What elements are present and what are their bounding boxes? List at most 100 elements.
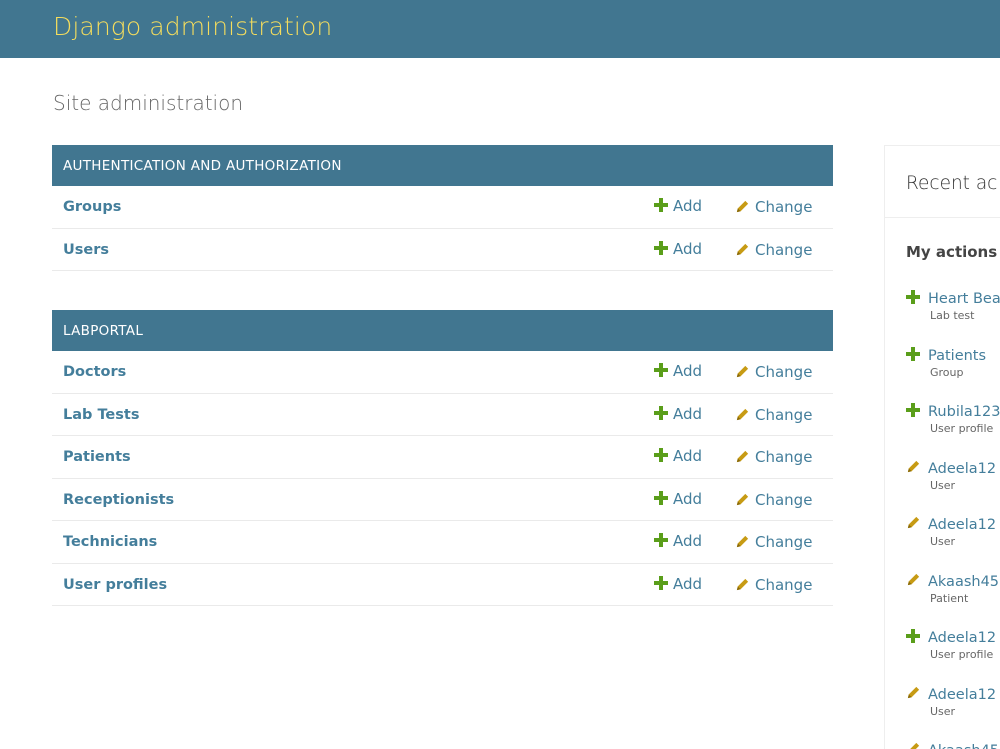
pencil-icon — [906, 515, 920, 529]
plus-icon — [654, 405, 668, 420]
recent-action-item: Akaash45 — [906, 740, 1000, 749]
change-link[interactable]: Change — [735, 240, 812, 259]
site-name[interactable]: Django administration — [53, 12, 332, 41]
add-label: Add — [673, 239, 703, 258]
add-label: Add — [673, 489, 703, 508]
pencil-icon — [735, 199, 750, 214]
pencil-icon — [735, 534, 750, 549]
change-label: Change — [755, 575, 813, 594]
recent-action-item: Rubila123 User profile — [906, 401, 1000, 435]
recent-action-type: User profile — [930, 648, 994, 661]
model-link[interactable]: Patients — [63, 449, 131, 465]
app-module: LABPORTAL Doctors Add Change Lab Tests Add Cha… — [52, 310, 833, 606]
pencil-icon — [906, 685, 920, 699]
app-caption[interactable]: LABPORTAL — [52, 310, 833, 351]
change-label: Change — [755, 533, 813, 551]
change-link[interactable]: Change — [735, 405, 812, 424]
pencil-icon — [906, 741, 920, 749]
add-link[interactable]: Add — [654, 490, 702, 508]
recent-action-type: Group — [930, 365, 964, 379]
recent-action-link[interactable]: Patients — [928, 348, 986, 364]
model-row: Technicians Add Change — [52, 521, 833, 564]
recent-action-item: Adeela12 User — [906, 684, 1000, 718]
plus-icon — [654, 575, 668, 590]
recent-action-type: User — [930, 478, 956, 492]
pencil-icon — [735, 492, 750, 507]
pencil-icon — [906, 459, 920, 473]
recent-action-link[interactable]: Rubila123 — [928, 404, 1000, 420]
pencil-icon — [735, 449, 750, 464]
add-link[interactable]: Add — [654, 362, 702, 380]
recent-action-item: Adeela12 User profile — [906, 627, 1000, 661]
recent-action-type: User — [930, 535, 956, 548]
divider — [885, 217, 1000, 218]
change-link[interactable]: Change — [735, 362, 812, 381]
pencil-icon — [735, 242, 750, 257]
change-link[interactable]: Change — [735, 197, 812, 216]
app-caption[interactable]: AUTHENTICATION AND AUTHORIZATION — [52, 145, 833, 186]
model-link[interactable]: Groups — [63, 199, 121, 215]
plus-icon — [906, 346, 920, 361]
app-module: AUTHENTICATION AND AUTHORIZATION Groups Ad… — [52, 145, 833, 271]
recent-action-item: Patients Group — [906, 345, 1000, 379]
add-label: Add — [673, 447, 703, 465]
change-link[interactable]: Change — [735, 532, 812, 551]
model-link[interactable]: Doctors — [63, 364, 126, 380]
recent-action-link[interactable]: Adeela12 — [928, 517, 996, 533]
page-title: Site administration — [53, 91, 244, 115]
plus-icon — [654, 448, 668, 462]
recent-action-link[interactable]: Akaash45 — [928, 574, 999, 590]
recent-action-link[interactable]: Adeela12 — [928, 687, 996, 703]
plus-icon — [654, 240, 668, 255]
model-row: Receptionists Add Change — [52, 479, 833, 521]
recent-action-item: Akaash45 Patient — [906, 571, 1000, 605]
model-link[interactable]: Receptionists — [63, 492, 174, 508]
my-actions-title: My actions — [906, 243, 998, 261]
model-row: Lab Tests Add Change — [52, 394, 833, 436]
recent-action-item: Adeela12 User — [906, 458, 1000, 492]
change-link[interactable]: Change — [735, 575, 812, 594]
change-label: Change — [755, 448, 813, 466]
model-row: Users Add Change — [52, 229, 833, 271]
pencil-icon — [735, 407, 750, 422]
model-link[interactable]: User profiles — [63, 577, 167, 593]
plus-icon — [654, 198, 668, 212]
recent-action-link[interactable]: Heart Bea — [928, 291, 1000, 307]
add-label: Add — [673, 197, 703, 215]
plus-icon — [654, 490, 668, 505]
add-link[interactable]: Add — [654, 575, 702, 593]
change-label: Change — [755, 405, 813, 424]
model-link[interactable]: Users — [63, 242, 109, 258]
add-link[interactable]: Add — [654, 240, 702, 258]
add-label: Add — [673, 574, 703, 593]
pencil-icon — [735, 577, 750, 592]
change-link[interactable]: Change — [735, 490, 812, 509]
plus-icon — [906, 629, 920, 643]
recent-action-link[interactable]: Adeela12 — [928, 630, 996, 646]
add-link[interactable]: Add — [654, 447, 702, 465]
recent-action-type: User profile — [930, 422, 994, 435]
model-row: Doctors Add Change — [52, 351, 833, 394]
recent-actions-panel: Recent ac My actions Heart Bea Lab test Pa… — [884, 145, 1000, 749]
add-label: Add — [673, 362, 703, 380]
add-link[interactable]: Add — [654, 405, 702, 423]
add-link[interactable]: Add — [654, 197, 702, 215]
recent-action-link[interactable]: Adeela12 — [928, 461, 996, 477]
plus-icon — [654, 533, 668, 547]
recent-action-type: Patient — [930, 591, 969, 605]
recent-action-item: Adeela12 User — [906, 514, 1000, 548]
add-label: Add — [673, 404, 703, 423]
model-link[interactable]: Technicians — [63, 534, 157, 550]
model-row: Patients Add Change — [52, 436, 833, 479]
plus-icon — [654, 363, 668, 377]
recent-action-type: Lab test — [930, 309, 975, 322]
change-label: Change — [755, 198, 813, 216]
change-label: Change — [755, 490, 813, 509]
model-link[interactable]: Lab Tests — [63, 407, 139, 423]
change-label: Change — [755, 363, 813, 381]
recent-action-link[interactable]: Akaash45 — [928, 743, 999, 749]
add-link[interactable]: Add — [654, 532, 702, 550]
change-link[interactable]: Change — [735, 447, 812, 466]
model-row: User profiles Add Change — [52, 564, 833, 606]
change-label: Change — [755, 240, 813, 259]
